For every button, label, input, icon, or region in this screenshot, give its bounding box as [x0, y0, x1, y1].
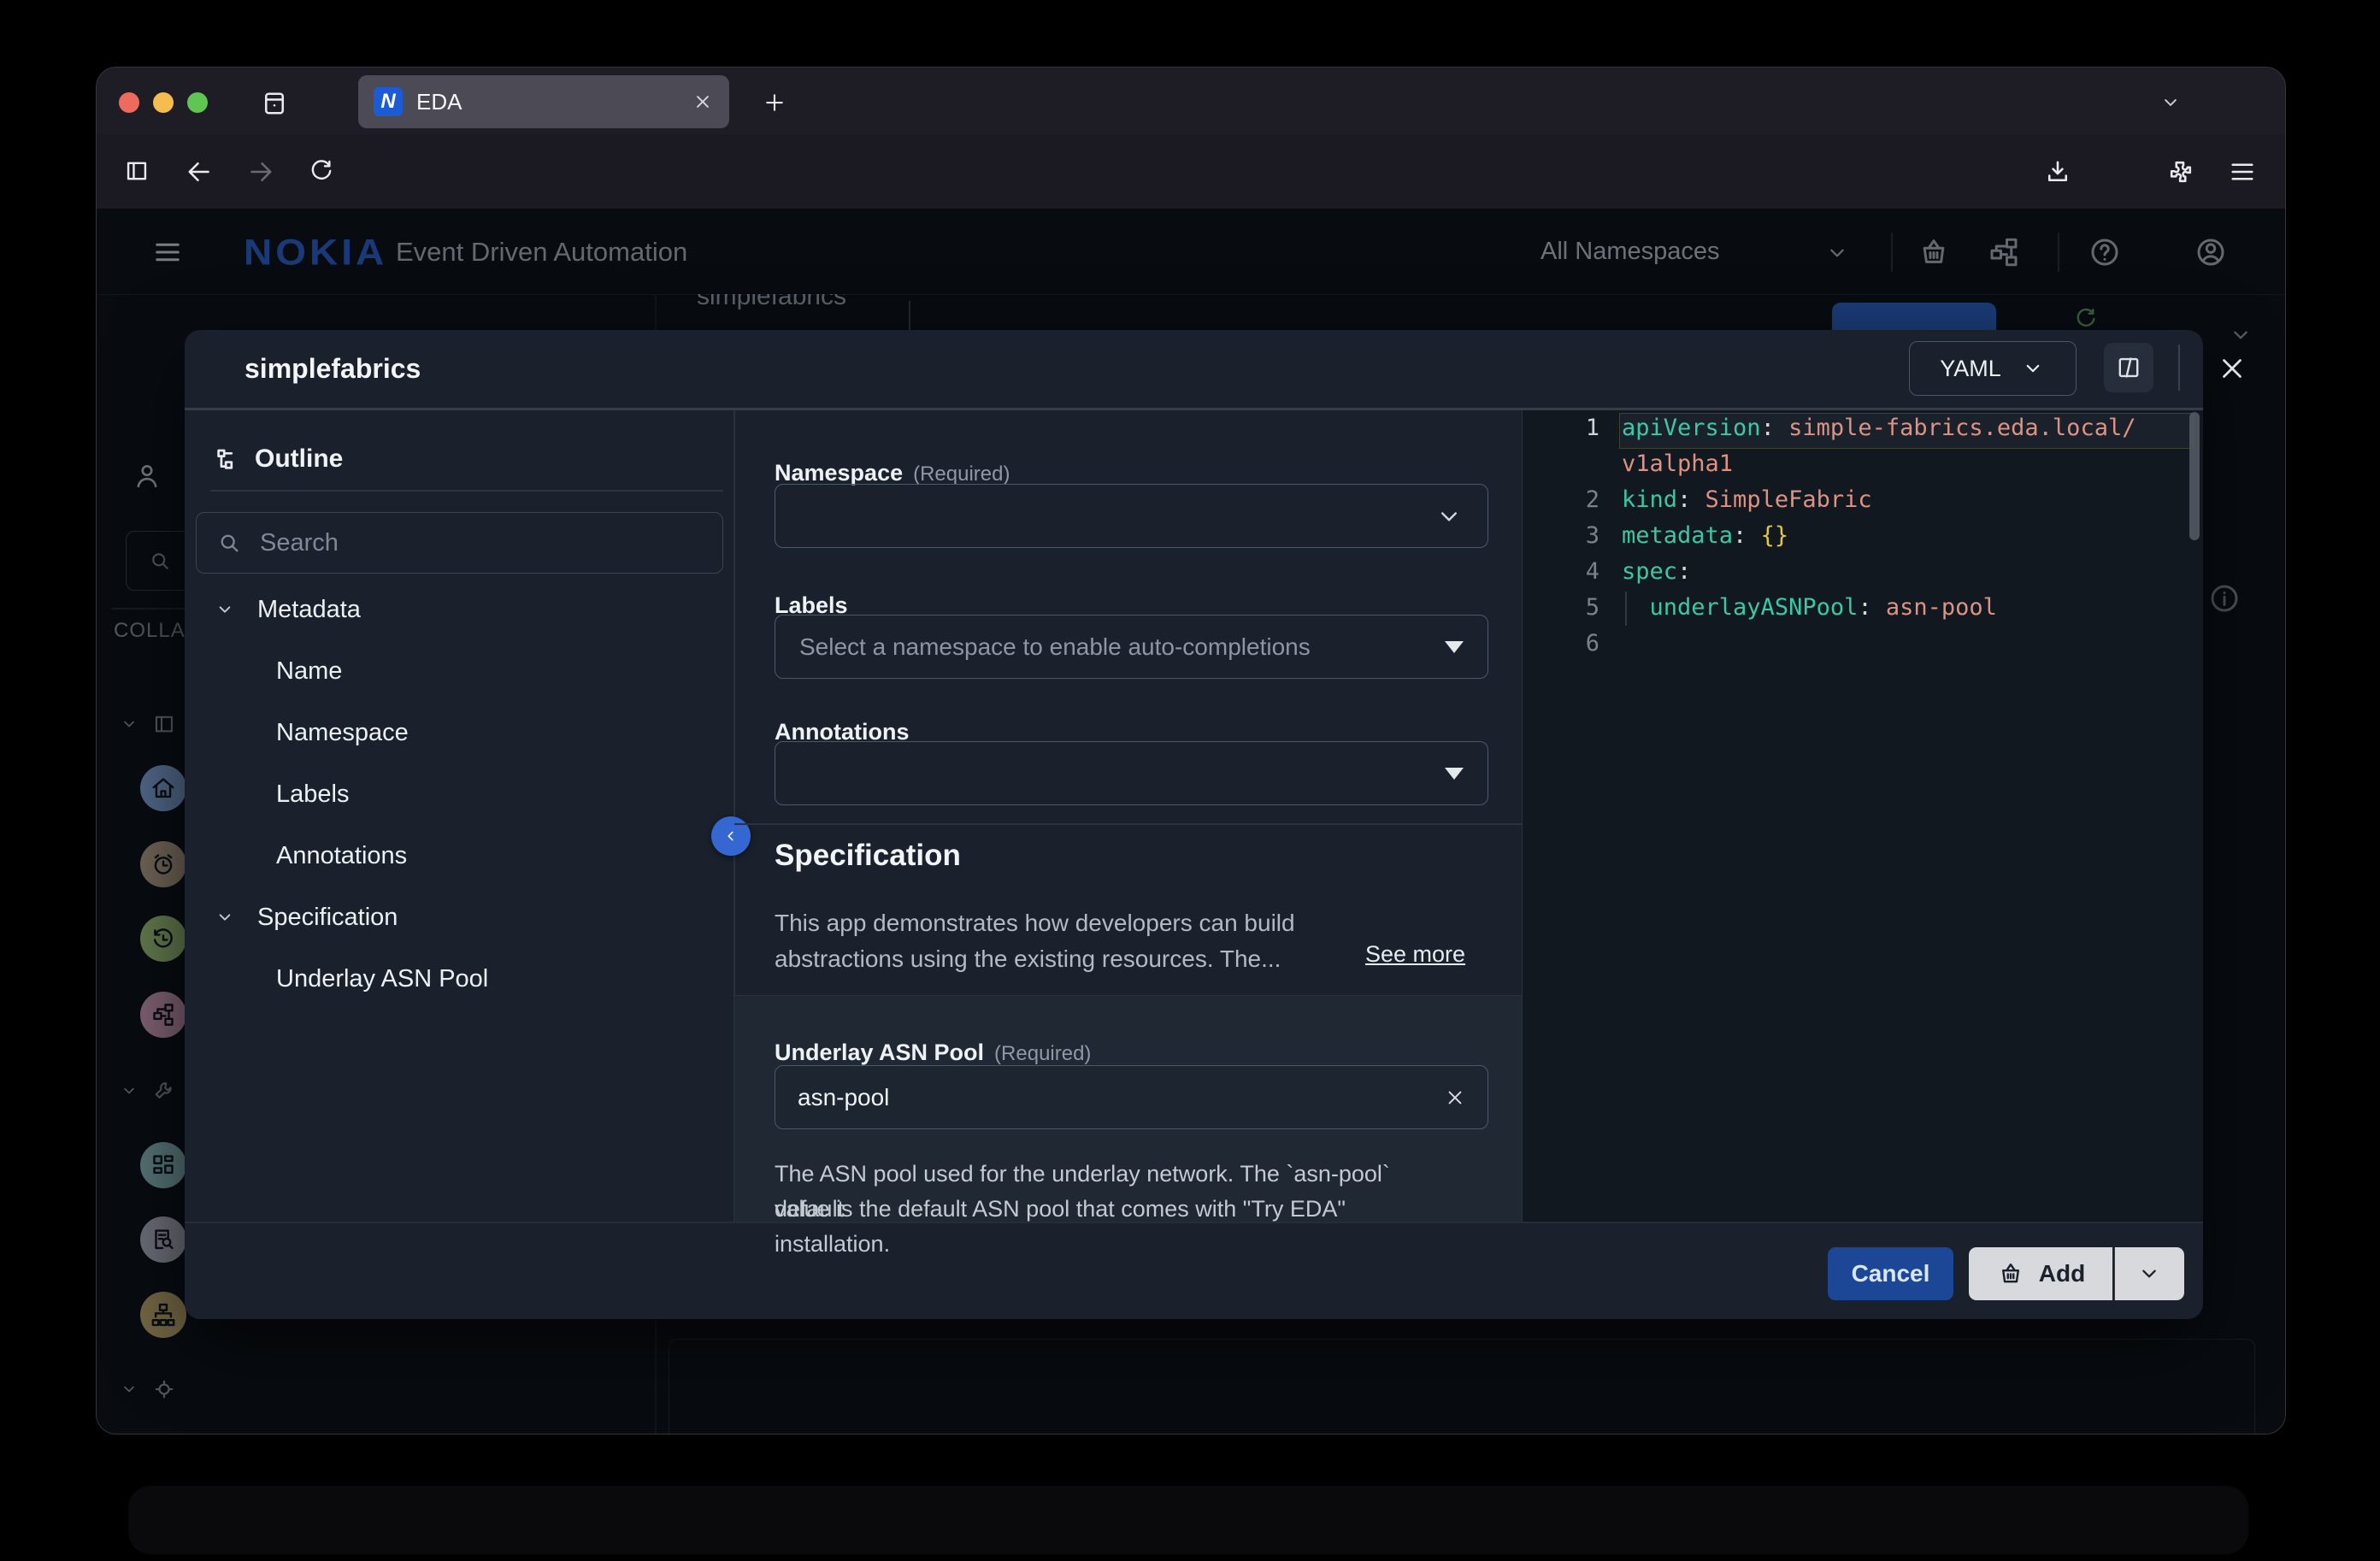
tab-title: EDA [416, 89, 692, 115]
specification-heading: Specification [775, 839, 961, 873]
header-divider [2178, 345, 2180, 391]
back-icon[interactable] [184, 156, 215, 187]
line-number [1523, 446, 1622, 482]
sidebar-toggle-icon[interactable] [122, 156, 151, 186]
code-text: kind: SimpleFabric [1622, 482, 1872, 518]
outline-item-name[interactable]: Name [185, 640, 732, 702]
browser-tab-eda[interactable]: N EDA [358, 75, 729, 128]
search-icon [215, 529, 243, 557]
sidebar-tabs-icon[interactable] [259, 88, 290, 119]
namespace-field-label: Namespace(Required) [775, 460, 1010, 486]
asn-pool-input[interactable] [796, 1083, 1443, 1112]
eda-favicon: N [374, 87, 403, 116]
see-more-link[interactable]: See more [1365, 941, 1465, 968]
dock-shadow [128, 1486, 2248, 1554]
code-line[interactable]: 3metadata: {} [1523, 518, 2203, 554]
asn-help-line2: value is the default ASN pool that comes… [775, 1192, 1458, 1262]
specification-description: This app demonstrates how developers can… [775, 905, 1339, 977]
line-number: 6 [1523, 626, 1622, 662]
outline-search[interactable] [196, 512, 723, 574]
tab-strip: N EDA [97, 68, 2285, 134]
downloads-icon[interactable] [2042, 156, 2073, 187]
code-text: v1alpha1 [1622, 446, 1733, 482]
tab-close-icon[interactable] [692, 91, 714, 113]
new-tab-button[interactable] [762, 90, 787, 115]
code-line[interactable]: 1apiVersion: simple-fabrics.eda.local/ [1523, 410, 2203, 446]
code-text: apiVersion: simple-fabrics.eda.local/ [1622, 410, 2136, 446]
outline-item-label: Labels [276, 780, 349, 809]
code-line[interactable]: 2kind: SimpleFabric [1523, 482, 2203, 518]
outline-item-annotations[interactable]: Annotations [185, 825, 732, 887]
outline-item-label: Annotations [276, 842, 407, 870]
chevron-down-icon[interactable] [214, 906, 236, 928]
namespace-select[interactable] [775, 484, 1488, 548]
outline-item-label: Name [276, 657, 342, 686]
labels-placeholder: Select a namespace to enable auto-comple… [799, 633, 1445, 661]
line-number: 2 [1523, 482, 1622, 518]
chevron-down-icon [2020, 356, 2046, 381]
basket-icon [1996, 1259, 2025, 1288]
annotations-combobox[interactable] [775, 741, 1488, 805]
outline-item-label: Specification [257, 904, 398, 932]
browser-toolbar: devbox.netdevops.me:19443/ui/app/main/si… [97, 134, 2285, 209]
split-view-icon[interactable] [2104, 343, 2153, 392]
footer-divider [185, 1222, 2203, 1223]
dialog-title: simplefabrics [244, 353, 421, 385]
yaml-editor[interactable]: 1apiVersion: simple-fabrics.eda.local/v1… [1523, 410, 2203, 1222]
outline-item-underlay-asn-pool[interactable]: Underlay ASN Pool [185, 948, 732, 1010]
forward-icon[interactable] [245, 156, 276, 187]
code-text: metadata: {} [1622, 518, 1788, 554]
outline-item-specification[interactable]: Specification [185, 887, 732, 948]
add-button[interactable]: Add [1969, 1247, 2112, 1300]
chevron-down-icon[interactable] [214, 598, 236, 621]
close-window-button[interactable] [119, 92, 139, 113]
caret-down-icon [1445, 641, 1464, 653]
collapse-panel-button[interactable] [711, 816, 751, 856]
form-section-divider [734, 823, 1522, 825]
minimize-window-button[interactable] [153, 92, 174, 113]
add-dropdown-chevron[interactable] [2114, 1247, 2184, 1300]
outline-tree: Metadata Name Namespace Labels Annotations Sp… [185, 579, 732, 1010]
menu-hamburger-icon[interactable] [2227, 156, 2258, 187]
outline-tree-icon [212, 445, 244, 477]
cancel-button[interactable]: Cancel [1828, 1247, 1953, 1300]
line-number: 3 [1523, 518, 1622, 554]
code-text: spec: [1622, 554, 1691, 590]
code-line[interactable]: 6 [1523, 626, 2203, 662]
outline-item-label: Underlay ASN Pool [276, 965, 488, 993]
outline-divider [210, 490, 723, 492]
extensions-puzzle-icon[interactable] [2165, 156, 2196, 187]
outline-item-label: Namespace [276, 719, 409, 747]
reload-icon[interactable] [307, 156, 336, 186]
outline-title: Outline [255, 445, 343, 474]
code-line[interactable]: v1alpha1 [1523, 446, 2203, 482]
editor-scrollbar[interactable] [2189, 412, 2200, 540]
browser-window: N EDA devbox.netdevops.me:19443/ui/app/m… [96, 67, 2286, 1434]
close-icon[interactable] [2216, 352, 2248, 385]
simplefabrics-dialog: simplefabrics YAML Outline Metadata Name N… [185, 330, 2203, 1319]
line-number: 5 [1523, 590, 1622, 626]
code-line[interactable]: 5 underlayASNPool: asn-pool [1523, 590, 2203, 626]
outline-item-metadata[interactable]: Metadata [185, 579, 732, 640]
labels-combobox[interactable]: Select a namespace to enable auto-comple… [775, 615, 1488, 679]
outline-item-labels[interactable]: Labels [185, 763, 732, 825]
asn-field-label: Underlay ASN Pool(Required) [775, 1040, 1091, 1066]
outline-item-label: Metadata [257, 596, 361, 624]
caret-down-icon [1445, 768, 1464, 780]
code-line[interactable]: 4spec: [1523, 554, 2203, 590]
list-tabs-chevron-icon[interactable] [2159, 91, 2183, 115]
outline-search-input[interactable] [258, 528, 672, 558]
add-button-label: Add [2039, 1260, 2085, 1287]
chevron-down-icon [1434, 502, 1464, 531]
line-number: 1 [1523, 410, 1622, 446]
line-number: 4 [1523, 554, 1622, 590]
asn-pool-field[interactable] [775, 1065, 1488, 1129]
zoom-window-button[interactable] [187, 92, 208, 113]
code-lines: 1apiVersion: simple-fabrics.eda.local/v1… [1523, 410, 2203, 662]
clear-input-icon[interactable] [1443, 1086, 1467, 1110]
code-text: underlayASNPool: asn-pool [1622, 590, 1997, 626]
outline-item-namespace[interactable]: Namespace [185, 702, 732, 763]
format-selector-yaml[interactable]: YAML [1909, 341, 2077, 396]
format-selector-value: YAML [1940, 356, 2001, 382]
